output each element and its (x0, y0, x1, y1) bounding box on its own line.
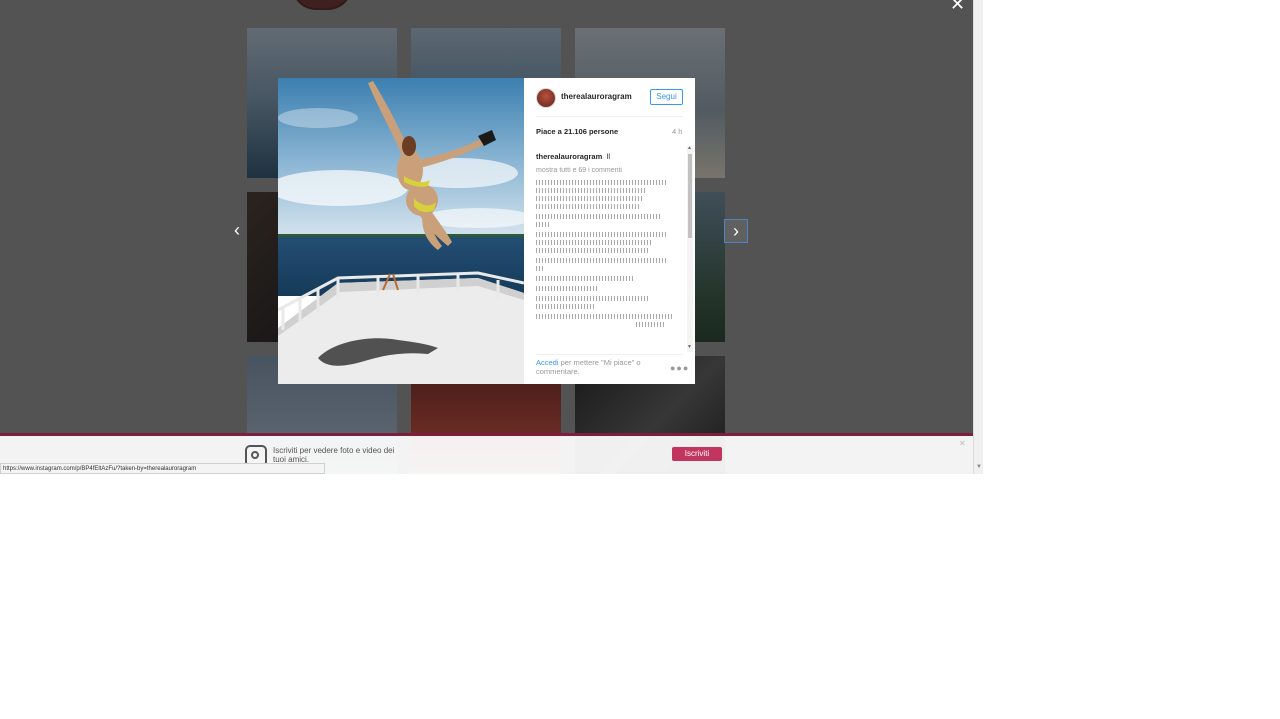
comment-line (536, 304, 594, 309)
comment-line (536, 258, 668, 263)
comment-line (536, 222, 550, 227)
scroll-down-arrow-icon[interactable]: ▼ (976, 464, 982, 470)
scroll-down-arrow-icon[interactable]: ▼ (687, 344, 692, 350)
comment-line (536, 232, 666, 237)
caption-username[interactable]: therealauroragram (536, 152, 602, 161)
camera-lens-icon (251, 451, 259, 459)
likes-count[interactable]: Piace a 21.106 persone (536, 127, 618, 136)
comment-line (536, 214, 660, 219)
comment-line (636, 322, 666, 327)
comment-line (536, 314, 672, 319)
banner-text: Iscriviti per vedere foto e video dei tu… (273, 446, 395, 464)
comment-line (536, 296, 648, 301)
show-all-comments-link[interactable]: mostra tutti e 69 i commenti (536, 167, 676, 174)
comment-line (536, 266, 544, 271)
more-icon[interactable]: ●●● (670, 363, 689, 373)
comment-line (536, 204, 640, 209)
comment-line (536, 188, 646, 193)
comment-line (536, 248, 648, 253)
comment-line (536, 180, 666, 185)
caption: therealauroragram ll (536, 146, 676, 164)
comment-line (536, 276, 634, 281)
comment-line (536, 286, 598, 291)
post-photo[interactable] (278, 78, 524, 384)
page-viewport: ✕ ‹ › therealauroragram Segui Piace a 21… (0, 0, 973, 474)
follow-button[interactable]: Segui (650, 89, 683, 105)
post-author-username[interactable]: therealauroragram (561, 92, 632, 101)
close-icon[interactable]: ✕ (959, 439, 966, 448)
post-side-panel: therealauroragram Segui Piace a 21.106 p… (524, 78, 695, 384)
comments-list[interactable]: therealauroragram ll mostra tutti e 69 i… (536, 146, 676, 352)
post-timestamp[interactable]: 4 h (672, 127, 682, 136)
close-icon[interactable]: ✕ (950, 0, 965, 15)
scroll-up-arrow-icon[interactable]: ▲ (687, 145, 692, 151)
caption-text: ll (606, 152, 611, 161)
chevron-right-icon[interactable]: › (724, 219, 748, 243)
post-modal: therealauroragram Segui Piace a 21.106 p… (278, 78, 695, 384)
login-prompt: Accedi per mettere "Mi piace" o commenta… (536, 358, 651, 376)
comment-line (536, 240, 652, 245)
signup-button[interactable]: Iscriviti (672, 447, 722, 461)
header-divider (536, 116, 683, 117)
comments-scrollbar[interactable]: ▲ ▼ (687, 145, 693, 352)
page-scrollbar[interactable]: ▼ (973, 0, 983, 474)
comment-line (536, 196, 644, 201)
chevron-left-icon[interactable]: ‹ (226, 219, 248, 241)
footer-divider (536, 354, 683, 355)
avatar[interactable] (536, 88, 556, 108)
status-bar-url: https://www.instagram.com/p/BP4fEltAzFu/… (0, 463, 325, 474)
login-link[interactable]: Accedi (536, 358, 559, 367)
comments-scroll-thumb[interactable] (688, 154, 692, 238)
post-photo-image (278, 78, 524, 384)
